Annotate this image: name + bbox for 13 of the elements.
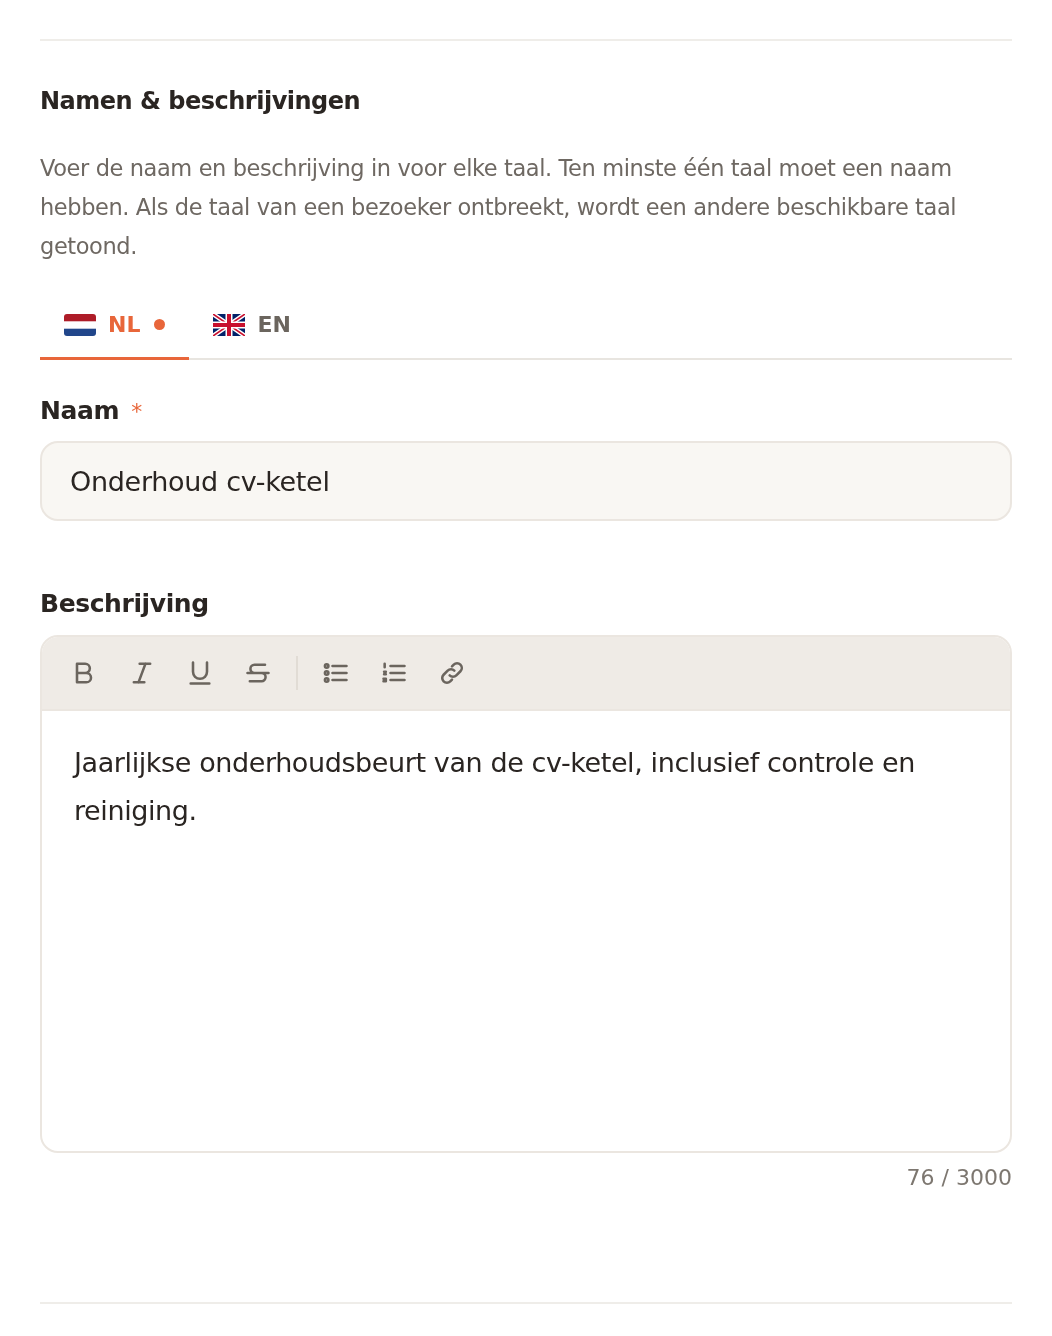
input-field[interactable]: Onderhoud cv-ketel <box>40 441 1012 521</box>
required-mark: * <box>131 399 143 424</box>
language-tab[interactable]: EN <box>189 298 315 360</box>
field-label: Naam <box>40 396 120 425</box>
field-label: Beschrijving <box>40 589 210 618</box>
underline-icon <box>186 659 214 687</box>
section-title: Namen & beschrijvingen <box>40 87 362 115</box>
character-counter: 76 / 3000 <box>906 1165 1012 1190</box>
flag-icon <box>64 313 96 336</box>
flag-icon <box>213 313 246 336</box>
section-description: Voer de naam en beschrijving in voor elke taal. Ten minste één taal moet een naam hebben. Als de taal van een bezoeker ontbreekt, wordt een andere beschikbare taal getoond. <box>40 154 958 261</box>
editor-text[interactable]: Jaarlijkse onderhoudsbeurt van de cv-ketel, inclusief controle en reiniging. <box>74 739 978 835</box>
link-icon <box>438 659 466 687</box>
